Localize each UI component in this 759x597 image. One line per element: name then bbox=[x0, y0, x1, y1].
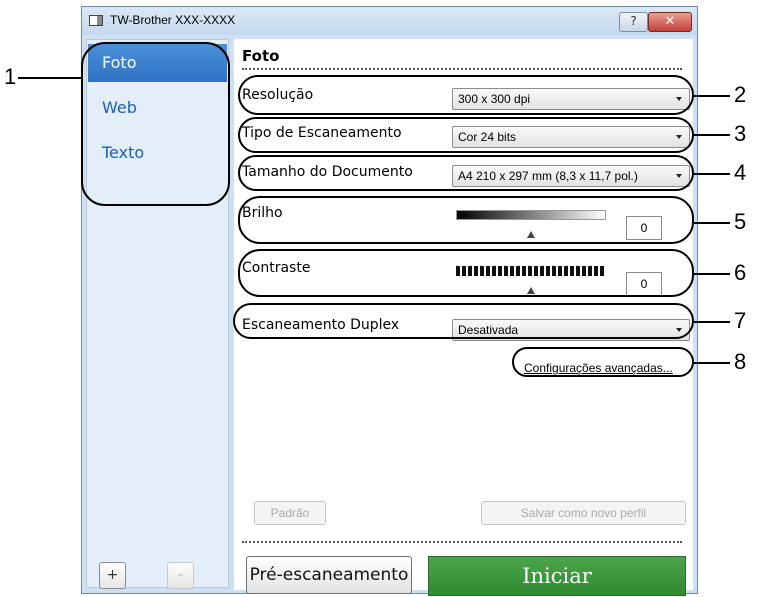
callout-oval-8 bbox=[512, 347, 694, 377]
callout-oval-6 bbox=[238, 249, 694, 297]
callout-number-6: 6 bbox=[734, 260, 747, 285]
bottom-divider bbox=[242, 541, 682, 543]
callout-number-4: 4 bbox=[734, 160, 747, 185]
callout-oval-3 bbox=[238, 117, 694, 153]
prescan-button[interactable]: Pré-escaneamento bbox=[246, 556, 412, 594]
callout-line-6 bbox=[694, 273, 730, 275]
callout-oval-5 bbox=[238, 196, 694, 244]
callout-line-8 bbox=[694, 362, 730, 364]
start-button[interactable]: Iniciar bbox=[428, 556, 686, 596]
callout-number-2: 2 bbox=[734, 82, 747, 107]
title-bar: TW-Brother XXX-XXXX ? ✕ bbox=[82, 7, 697, 35]
close-button[interactable]: ✕ bbox=[648, 12, 692, 32]
callout-oval-2 bbox=[238, 75, 694, 115]
callout-number-7: 7 bbox=[734, 308, 747, 333]
callout-oval-4 bbox=[238, 155, 694, 191]
callout-number-5: 5 bbox=[734, 209, 747, 234]
callout-number-3: 3 bbox=[734, 121, 747, 146]
title-divider bbox=[242, 68, 682, 70]
add-profile-button[interactable]: + bbox=[99, 562, 126, 589]
window-icon bbox=[89, 15, 103, 26]
callout-line-3 bbox=[694, 134, 730, 136]
help-button[interactable]: ? bbox=[619, 12, 648, 32]
callout-oval-7 bbox=[233, 303, 694, 339]
callout-line-4 bbox=[694, 173, 730, 175]
remove-profile-button[interactable]: – bbox=[167, 562, 194, 589]
save-profile-button[interactable]: Salvar como novo perfil bbox=[481, 501, 686, 525]
callout-line-2 bbox=[694, 95, 730, 97]
default-button[interactable]: Padrão bbox=[254, 501, 326, 525]
window-title: TW-Brother XXX-XXXX bbox=[110, 13, 236, 27]
panel-title: Foto bbox=[242, 47, 280, 65]
callout-line-5 bbox=[694, 222, 730, 224]
callout-oval-1 bbox=[81, 42, 230, 206]
callout-line-1 bbox=[18, 77, 81, 79]
callout-number-8: 8 bbox=[734, 349, 747, 374]
callout-line-7 bbox=[694, 321, 730, 323]
callout-number-1: 1 bbox=[4, 64, 17, 89]
